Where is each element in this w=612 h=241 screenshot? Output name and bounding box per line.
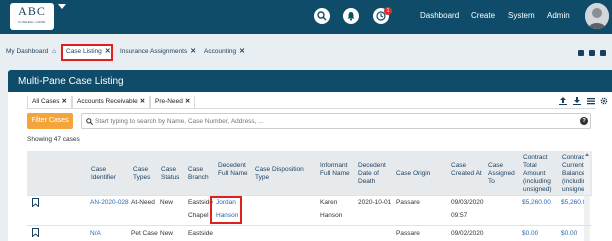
case-branch-cell: Eastside	[188, 230, 213, 237]
case-origin-cell: Passare	[396, 230, 420, 237]
col-case-types[interactable]: Case Types	[133, 166, 155, 182]
contract-total-link[interactable]: $0.00	[522, 230, 538, 238]
top-navbar: ABC FUNERAL HOME 1 Dashboard Create Syst…	[0, 0, 612, 34]
col-case-branch[interactable]: Case Branch	[188, 166, 210, 182]
add-tab-icon[interactable]	[578, 50, 584, 56]
result-count: Showing 47 cases	[27, 136, 80, 143]
col-contract-total-amount[interactable]: Contract Total Amount (including unsigne…	[523, 154, 557, 194]
col-case-status[interactable]: Case Status	[161, 166, 183, 182]
case-types-cell: At-Need	[131, 199, 155, 206]
bookmark-icon[interactable]	[32, 228, 39, 237]
tab-label: My Dashboard	[6, 48, 49, 55]
subtab-label: Pre-Need	[155, 98, 183, 105]
filter-cases-button[interactable]: Filter Cases	[27, 113, 73, 129]
nav-create[interactable]: Create	[471, 11, 495, 20]
bell-icon[interactable]	[343, 8, 359, 24]
case-origin-cell: Passare	[396, 199, 420, 206]
decedent-name-highlight	[210, 196, 242, 224]
home-icon: ⌂	[52, 48, 57, 55]
logo-text: ABC	[18, 4, 46, 18]
close-icon[interactable]: ✕	[140, 98, 145, 105]
case-identifier-link[interactable]: N/A	[90, 230, 101, 238]
bookmark-icon[interactable]	[32, 198, 39, 207]
search-icon	[86, 118, 93, 125]
scroll-up-arrow[interactable]	[585, 153, 589, 156]
divider	[27, 195, 592, 196]
nav-dashboard[interactable]: Dashboard	[420, 11, 459, 20]
gear-icon[interactable]	[600, 97, 608, 105]
tab-accounting[interactable]: Accounting ✕	[204, 45, 245, 59]
search-input[interactable]	[95, 116, 575, 127]
close-icon[interactable]: ✕	[190, 48, 196, 55]
informant-name-cell: Karen	[320, 199, 338, 206]
upload-icon[interactable]	[559, 97, 567, 105]
case-created-time: 09:57	[451, 212, 468, 219]
informant-name-cell-line2: Hanson	[320, 212, 343, 219]
contract-total-link[interactable]: $5,260.00	[522, 199, 551, 207]
nav-system[interactable]: System	[508, 11, 535, 20]
close-icon[interactable]: ✕	[185, 98, 190, 105]
case-created-cell: 09/03/2020	[451, 199, 484, 206]
subtab-label: Accounts Receivable	[77, 98, 138, 105]
tab-insurance-assignments[interactable]: Insurance Assignments ✕	[120, 45, 196, 59]
close-icon[interactable]: ✕	[105, 48, 111, 55]
company-logo[interactable]: ABC FUNERAL HOME	[10, 3, 54, 30]
col-contract-current-balance[interactable]: Contract Current Balance (including unsi…	[562, 154, 584, 194]
tab-label: Insurance Assignments	[120, 48, 188, 55]
expand-icon[interactable]	[600, 50, 606, 56]
logo-subtext: FUNERAL HOME	[18, 20, 46, 24]
search-box: ?	[81, 113, 591, 129]
avatar[interactable]	[585, 3, 609, 29]
contract-balance-link[interactable]: $5,260.00	[561, 199, 584, 207]
subtab-accounts-receivable[interactable]: Accounts Receivable ✕	[72, 96, 151, 108]
close-icon[interactable]: ✕	[61, 98, 66, 105]
panel-header: Multi-Pane Case Listing	[8, 70, 612, 92]
subtab-all-cases[interactable]: All Cases ✕	[27, 96, 72, 108]
download-icon[interactable]	[573, 97, 581, 105]
page-title: Multi-Pane Case Listing	[18, 76, 124, 87]
close-icon[interactable]: ✕	[239, 48, 245, 55]
col-case-assigned-to[interactable]: Case Assigned To	[488, 162, 518, 186]
chevron-down-icon[interactable]	[58, 4, 66, 9]
case-types-cell: Pet Case	[131, 230, 158, 237]
col-decedent-date-of-death[interactable]: Decedent Date of Death	[358, 162, 392, 186]
divider	[27, 225, 592, 226]
col-label: Contract Current Balance (including unsi…	[562, 154, 584, 193]
tab-case-listing[interactable]: Case Listing ✕	[66, 45, 111, 59]
scrollbar[interactable]	[584, 151, 590, 241]
subtab-label: All Cases	[32, 98, 60, 105]
case-created-cell: 09/02/2020	[451, 230, 484, 237]
notification-badge: 1	[384, 7, 392, 15]
nav-admin[interactable]: Admin	[547, 11, 570, 20]
date-of-death-cell: 2020-10-01	[358, 199, 392, 206]
tab-label: Case Listing	[66, 48, 102, 55]
col-informant-full-name[interactable]: Informant Full Name	[320, 162, 352, 178]
subtab-pre-need[interactable]: Pre-Need ✕	[150, 96, 196, 108]
col-case-identifier[interactable]: Case Identifier	[91, 166, 129, 182]
contract-balance-link[interactable]: $0.00	[561, 230, 577, 238]
case-status-cell: New	[160, 230, 174, 237]
col-case-disposition-type[interactable]: Case Disposition Type	[255, 166, 311, 182]
case-identifier-link[interactable]: AN-2020-028	[90, 199, 129, 207]
tab-my-dashboard[interactable]: My Dashboard ⌂	[6, 45, 56, 59]
col-case-origin[interactable]: Case Origin	[396, 170, 446, 178]
col-case-created-at[interactable]: Case Created At	[451, 162, 483, 178]
search-icon[interactable]	[314, 8, 330, 24]
col-decedent-full-name[interactable]: Decedent Full Name	[218, 162, 250, 178]
help-icon[interactable]: ?	[580, 117, 588, 125]
tab-label: Accounting	[204, 48, 237, 55]
list-icon[interactable]	[587, 97, 595, 105]
divider	[26, 108, 596, 109]
restore-icon[interactable]	[589, 50, 595, 56]
case-status-cell: New	[160, 199, 174, 206]
case-branch-cell-line2: Chapel	[188, 212, 209, 219]
